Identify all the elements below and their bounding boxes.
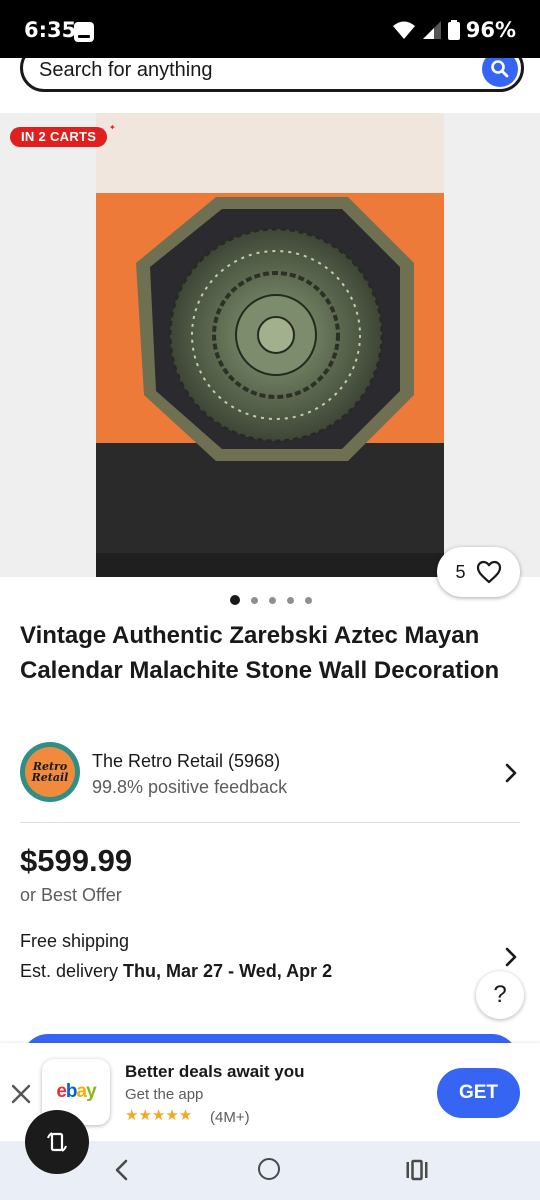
close-icon[interactable] bbox=[10, 1083, 32, 1105]
home-icon[interactable] bbox=[258, 1158, 280, 1180]
chevron-right-icon[interactable] bbox=[504, 946, 518, 968]
pagination-dot[interactable] bbox=[287, 596, 294, 604]
battery-icon bbox=[447, 20, 460, 40]
shipping-info: Free shipping bbox=[20, 931, 130, 951]
seller-logo-text: Retail bbox=[31, 771, 69, 784]
rotate-icon bbox=[47, 1132, 67, 1152]
rating-count: (4M+) bbox=[210, 1109, 250, 1126]
battery-level: 96% bbox=[465, 18, 516, 42]
gallery-pagination bbox=[230, 595, 312, 605]
back-icon[interactable] bbox=[110, 1157, 134, 1183]
wifi-icon bbox=[392, 21, 415, 39]
seller-name: The Retro Retail (5968) bbox=[92, 751, 281, 771]
divider bbox=[20, 822, 520, 823]
search-input[interactable]: Search for anything bbox=[39, 59, 212, 82]
chevron-right-icon bbox=[505, 763, 517, 783]
pagination-dot[interactable] bbox=[305, 596, 312, 604]
pagination-dot[interactable] bbox=[269, 596, 276, 604]
status-bar: 6:35 96% bbox=[0, 0, 540, 58]
watch-count: 5 bbox=[455, 561, 466, 582]
status-indicators: 96% bbox=[392, 16, 516, 44]
star-rating-icon: ★★★★★ bbox=[125, 1107, 193, 1124]
watch-button[interactable]: 5 bbox=[437, 547, 520, 597]
ebay-logo-letter: a bbox=[76, 1081, 88, 1102]
ebay-logo-letter: b bbox=[65, 1081, 78, 1102]
banner-title: Better deals await you bbox=[125, 1062, 305, 1081]
seller-feedback: 99.8% positive feedback bbox=[92, 777, 288, 797]
sparkle-icon: ✦ bbox=[109, 123, 116, 132]
rotate-screen-button[interactable] bbox=[25, 1110, 89, 1174]
recents-icon[interactable] bbox=[405, 1159, 429, 1181]
price: $599.99 bbox=[20, 843, 133, 878]
best-offer-label: or Best Offer bbox=[20, 885, 122, 905]
help-icon: ? bbox=[493, 981, 507, 1008]
listing-title: Vintage Authentic Zarebski Aztec Mayan C… bbox=[20, 622, 500, 684]
signal-icon bbox=[422, 21, 441, 39]
screen: Search for anything 6:35 96% IN 2 CARTS … bbox=[0, 0, 540, 1200]
seller-card[interactable]: Retro Retail The Retro Retail (5968) 99.… bbox=[20, 742, 520, 804]
delivery-prefix: Est. delivery bbox=[20, 961, 124, 981]
listing-photo[interactable] bbox=[96, 113, 444, 577]
in-carts-badge: IN 2 CARTS bbox=[10, 127, 108, 147]
status-time: 6:35 bbox=[24, 18, 77, 42]
seller-logo: Retro Retail bbox=[20, 742, 80, 802]
pagination-dot[interactable] bbox=[251, 596, 258, 604]
ebay-logo-letter: y bbox=[86, 1081, 97, 1102]
help-button[interactable]: ? bbox=[476, 971, 524, 1019]
delivery-dates: Thu, Mar 27 - Wed, Apr 2 bbox=[123, 961, 333, 981]
search-icon bbox=[491, 60, 509, 78]
get-app-button[interactable]: GET bbox=[437, 1068, 520, 1118]
banner-subtitle: Get the app bbox=[125, 1086, 204, 1103]
delivery-estimate: Est. delivery Thu, Mar 27 - Wed, Apr 2 bbox=[20, 961, 332, 982]
app-notification-icon bbox=[74, 22, 94, 42]
aztec-calendar-image bbox=[96, 113, 444, 577]
image-gallery[interactable] bbox=[0, 113, 540, 577]
heart-icon bbox=[476, 560, 501, 584]
pagination-dot[interactable] bbox=[230, 595, 240, 605]
ebay-logo-letter: e bbox=[56, 1081, 67, 1102]
